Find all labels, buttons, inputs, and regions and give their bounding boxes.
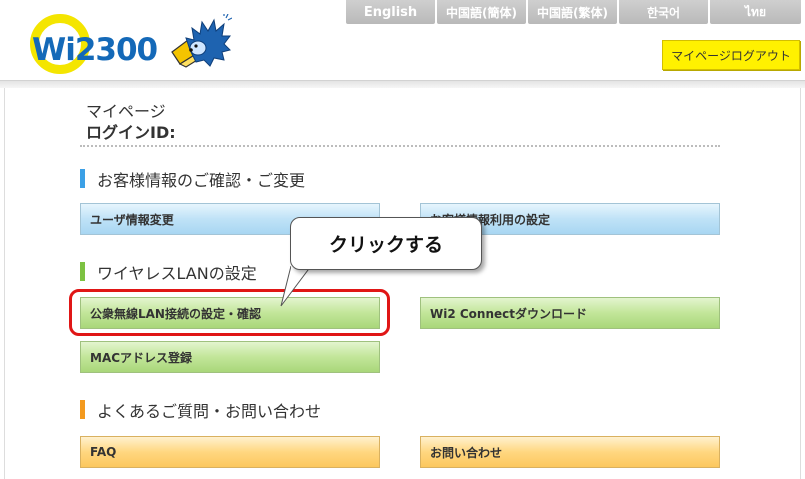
mac-address-register-button[interactable]: MACアドレス登録 <box>80 341 380 373</box>
dotted-divider <box>80 145 720 147</box>
account-info: マイページ ログインID: <box>86 101 176 143</box>
lang-tab-traditional-chinese[interactable]: 中国語(繁体) <box>528 0 617 24</box>
lang-tab-english[interactable]: English <box>346 0 435 24</box>
section-marker <box>80 169 85 188</box>
page-title: マイページ <box>86 102 166 121</box>
language-tabs: English 中国語(簡体) 中国語(繁体) 한국어 ไทย <box>346 0 801 24</box>
faq-button[interactable]: FAQ <box>80 436 380 468</box>
wi2-connect-download-button[interactable]: Wi2 Connectダウンロード <box>420 297 720 329</box>
logo-text: Wi2300 <box>32 32 158 68</box>
section-wireless-lan: ワイヤレスLANの設定 <box>80 261 257 283</box>
red-highlight-box <box>69 289 390 336</box>
login-id-label: ログインID: <box>86 123 176 142</box>
contact-button[interactable]: お問い合わせ <box>420 436 720 468</box>
section-title: よくあるご質問・お問い合わせ <box>97 401 322 421</box>
section-title: ワイヤレスLANの設定 <box>97 263 257 283</box>
lang-tab-korean[interactable]: 한국어 <box>619 0 708 24</box>
wi2300-logo[interactable]: Wi2300 <box>28 10 248 76</box>
mypage-logout-button[interactable]: マイページログアウト <box>662 40 800 70</box>
section-customer-info: お客様情報のご確認・ご変更 <box>80 168 306 190</box>
click-here-callout: クリックする <box>290 217 482 270</box>
lang-tab-thai[interactable]: ไทย <box>710 0 801 24</box>
header-divider <box>0 80 805 88</box>
site-header: Wi2300 English 中国語(簡体) 中国語(繁体) 한국어 ไทย マ… <box>0 0 805 80</box>
section-faq-contact: よくあるご質問・お問い合わせ <box>80 399 322 421</box>
section-title: お客様情報のご確認・ご変更 <box>97 170 306 190</box>
section-marker <box>80 262 85 281</box>
section-marker <box>80 400 85 419</box>
hedgehog-mascot-icon <box>171 14 232 68</box>
callout-pointer <box>280 266 312 307</box>
lang-tab-simplified-chinese[interactable]: 中国語(簡体) <box>437 0 526 24</box>
